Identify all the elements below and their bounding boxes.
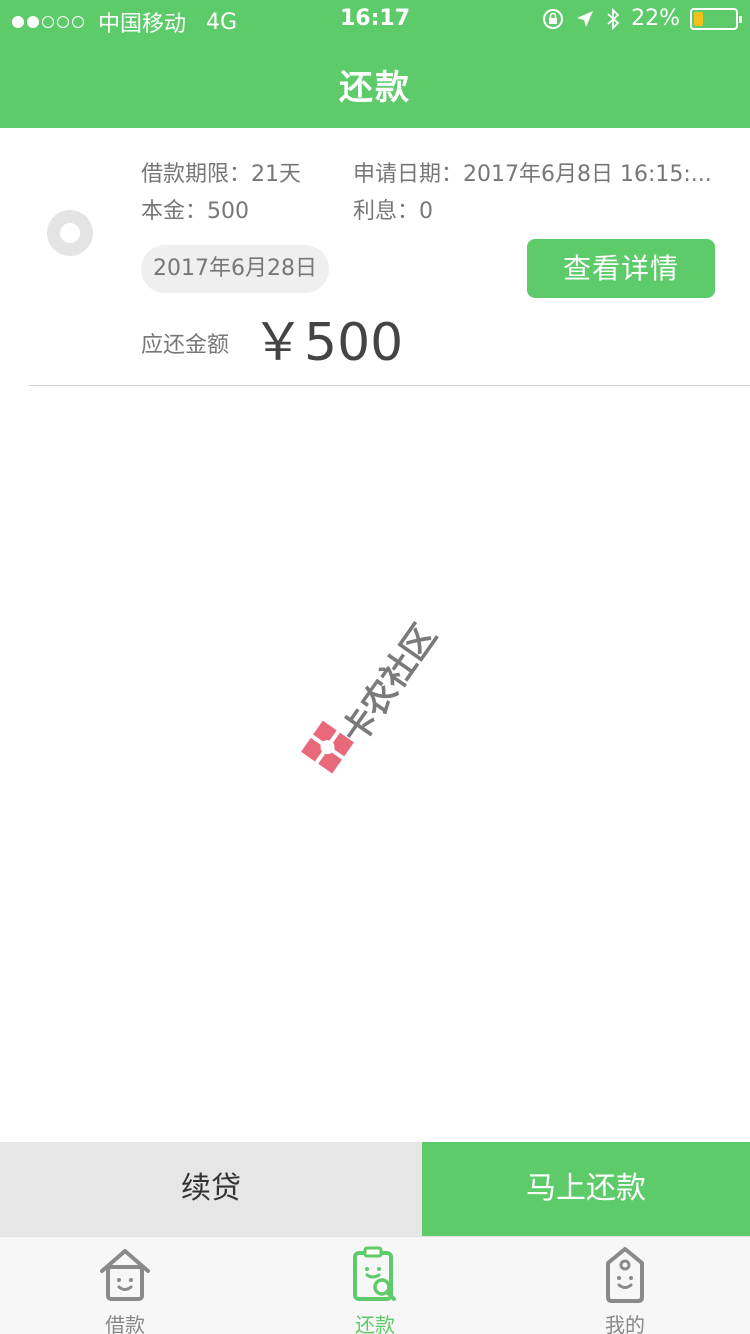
tab-repay-label: 还款 bbox=[355, 1313, 395, 1334]
card-divider bbox=[29, 385, 750, 386]
tab-borrow[interactable]: 借款 bbox=[0, 1237, 250, 1334]
view-details-button[interactable]: 查看详情 bbox=[527, 239, 715, 298]
page-title: 还款 bbox=[339, 68, 411, 108]
watermark: 卡农社区 bbox=[279, 559, 502, 782]
principal: 本金：500 bbox=[141, 193, 249, 225]
loan-card[interactable]: 借款期限：21天 申请日期：2017年6月8日 16:15:... 本金：500… bbox=[0, 128, 750, 386]
rotation-lock-icon bbox=[543, 8, 564, 29]
house-face-icon bbox=[100, 1249, 150, 1301]
due-amount: ￥500 bbox=[252, 313, 404, 373]
watermark-text: 卡农社区 bbox=[334, 617, 446, 752]
loan-term: 借款期限：21天 bbox=[141, 156, 301, 188]
tab-bar: 借款 还款 我的 bbox=[0, 1236, 750, 1334]
header: 中国移动 4G 16:17 22% 还款 bbox=[0, 0, 750, 128]
tag-face-icon bbox=[606, 1247, 644, 1303]
interest: 利息：0 bbox=[353, 193, 433, 225]
loan-term-label: 借款期限： bbox=[141, 162, 252, 187]
apply-date-value: 2017年6月8日 16:15:... bbox=[463, 162, 712, 187]
battery-icon bbox=[690, 7, 742, 30]
tab-repay[interactable]: 还款 bbox=[250, 1237, 500, 1334]
action-bar: 续贷 马上还款 bbox=[0, 1142, 750, 1236]
status-bar: 中国移动 4G 16:17 22% bbox=[0, 0, 750, 40]
battery-percent: 22% bbox=[631, 6, 680, 31]
due-amount-label: 应还金额 bbox=[141, 333, 230, 358]
apply-date-label: 申请日期： bbox=[353, 162, 464, 187]
loan-term-value: 21天 bbox=[251, 162, 302, 187]
tab-mine-label: 我的 bbox=[605, 1313, 645, 1334]
principal-label: 本金： bbox=[141, 199, 208, 224]
repay-now-button[interactable]: 马上还款 bbox=[422, 1142, 750, 1236]
select-radio[interactable] bbox=[47, 210, 93, 256]
bluetooth-icon bbox=[607, 7, 620, 30]
renew-loan-button[interactable]: 续贷 bbox=[0, 1142, 422, 1236]
clipboard-search-icon bbox=[353, 1246, 396, 1301]
tab-mine[interactable]: 我的 bbox=[500, 1237, 750, 1334]
battery-level bbox=[694, 11, 703, 26]
status-right: 22% bbox=[541, 6, 742, 31]
interest-label: 利息： bbox=[353, 199, 420, 224]
tab-borrow-label: 借款 bbox=[105, 1313, 145, 1334]
location-arrow-icon bbox=[577, 10, 594, 27]
due-date-badge: 2017年6月28日 bbox=[141, 245, 329, 293]
principal-value: 500 bbox=[207, 199, 250, 224]
apply-date: 申请日期：2017年6月8日 16:15:... bbox=[353, 156, 712, 188]
interest-value: 0 bbox=[419, 199, 434, 224]
